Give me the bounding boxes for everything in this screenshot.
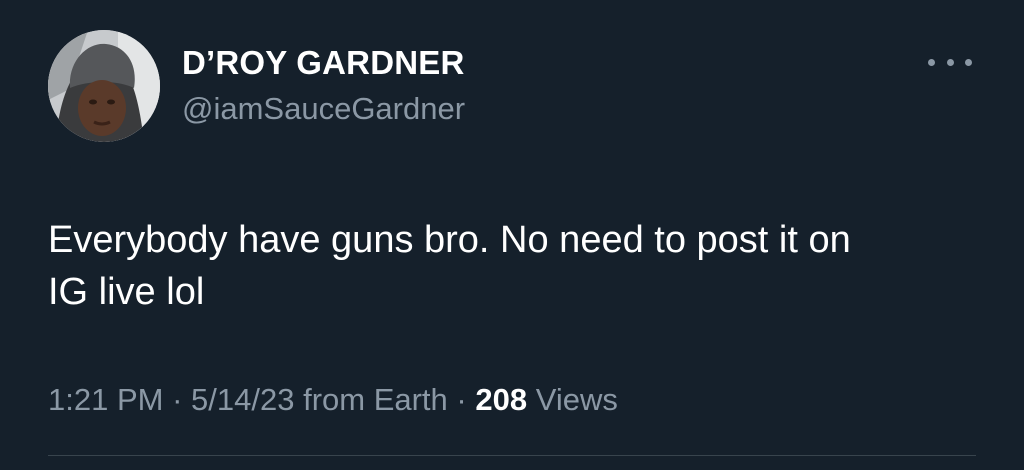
meta-separator: · [447, 382, 476, 417]
author-display-name[interactable]: D’ROY GARDNER [182, 44, 465, 82]
avatar[interactable] [48, 30, 160, 142]
dot [928, 58, 935, 66]
tweet-card: D’ROY GARDNER @iamSauceGardner Everybody… [0, 0, 1024, 470]
tweet-date[interactable]: 5/14/23 [191, 382, 294, 417]
views-count[interactable]: 208 [475, 382, 527, 417]
tweet-source: from Earth [303, 382, 448, 417]
more-options-icon[interactable] [928, 50, 972, 74]
tweet-meta: 1:21 PM · 5/14/23 from Earth · 208 Views [48, 382, 618, 418]
avatar-photo [48, 30, 160, 142]
tweet-time[interactable]: 1:21 PM [48, 382, 163, 417]
tweet-text: Everybody have guns bro. No need to post… [48, 214, 978, 318]
tweet-text-line-1: Everybody have guns bro. No need to post… [48, 219, 851, 261]
divider [48, 455, 976, 456]
tweet-text-line-2: IG live lol [48, 271, 205, 313]
author-handle[interactable]: @iamSauceGardner [182, 91, 465, 127]
meta-separator: · [163, 382, 192, 417]
dot [946, 58, 954, 66]
views-label: Views [535, 382, 618, 417]
dot [965, 58, 972, 66]
